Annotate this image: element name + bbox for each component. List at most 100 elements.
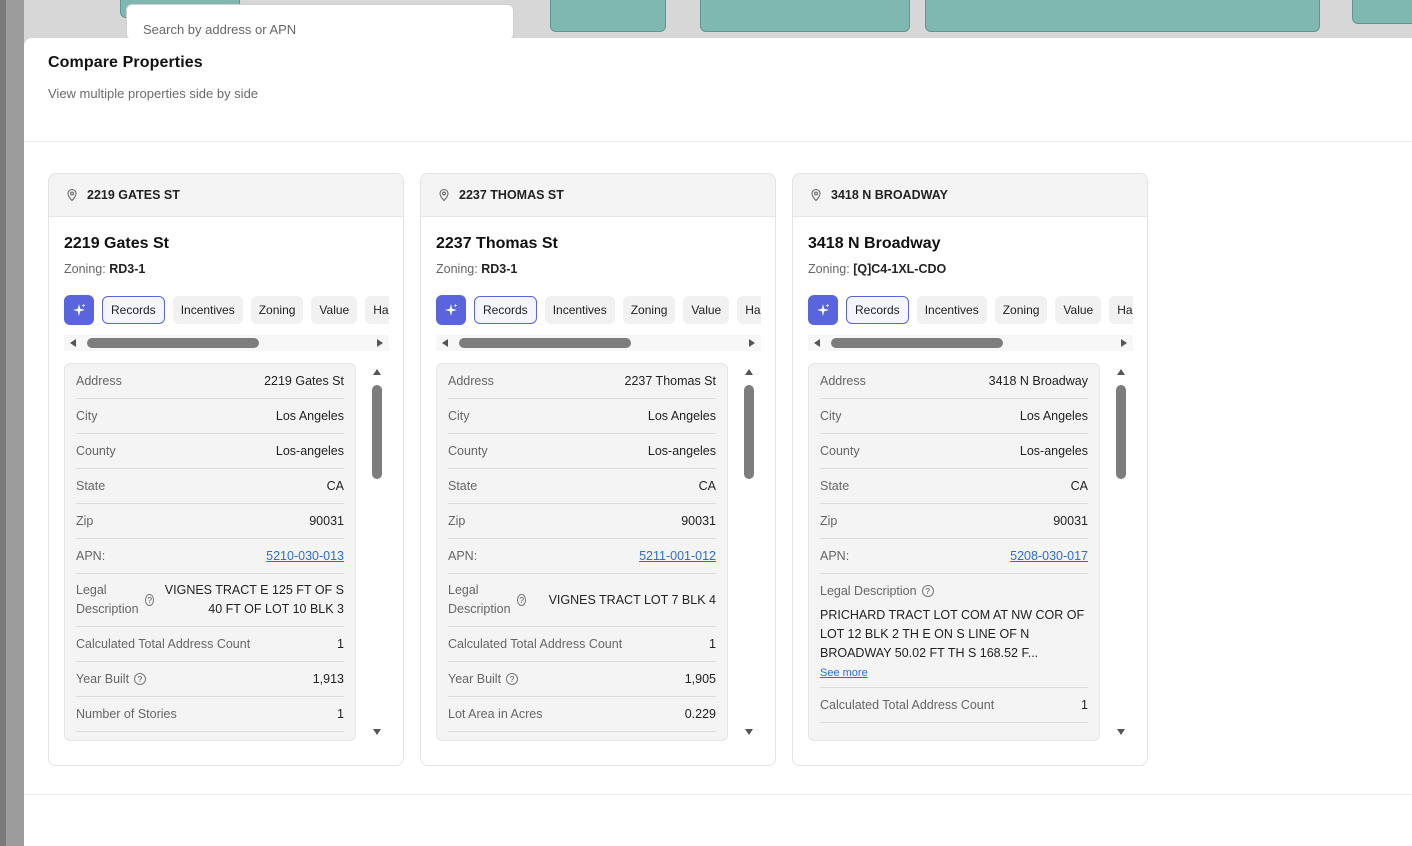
- record-row-legal-description: Legal Description? PRICHARD TRACT LOT COM…: [820, 574, 1088, 688]
- record-row-city: City Los Angeles: [820, 399, 1088, 434]
- record-label-text: Zip: [76, 514, 94, 528]
- record-label: Zip: [76, 514, 93, 528]
- horizontal-scrollbar[interactable]: [64, 335, 389, 351]
- record-row-lot-area-in-acres: Lot Area in Acres 0.229: [448, 697, 716, 732]
- scrollbar-thumb[interactable]: [744, 385, 754, 479]
- record-row-county: County Los-angeles: [76, 434, 344, 469]
- ai-assistant-button[interactable]: [64, 295, 94, 325]
- property-cards: 2219 GATES ST 2219 Gates St Zoning: RD3-…: [48, 173, 1148, 766]
- scroll-left-arrow-icon[interactable]: [442, 339, 448, 347]
- window-edge: [0, 0, 6, 846]
- help-icon[interactable]: ?: [506, 673, 519, 685]
- record-label: State: [448, 479, 477, 493]
- scrollbar-thumb[interactable]: [372, 385, 382, 479]
- record-row-year-built: Year Built? 1,913: [76, 662, 344, 697]
- ai-assistant-button[interactable]: [436, 295, 466, 325]
- scroll-up-arrow-icon[interactable]: [1117, 369, 1125, 375]
- scroll-right-arrow-icon[interactable]: [749, 339, 755, 347]
- scroll-left-arrow-icon[interactable]: [814, 339, 820, 347]
- scroll-left-arrow-icon[interactable]: [70, 339, 76, 347]
- record-value: Los Angeles: [275, 409, 344, 423]
- see-more-link[interactable]: See more: [820, 667, 868, 679]
- tab-records[interactable]: Records: [846, 296, 909, 324]
- record-label-text: City: [820, 409, 842, 423]
- record-label-text: State: [820, 479, 850, 493]
- scroll-down-arrow-icon[interactable]: [745, 729, 753, 735]
- help-icon[interactable]: ?: [517, 594, 526, 606]
- compare-modal: Compare Properties View multiple propert…: [24, 38, 1412, 846]
- record-row-calculated-total-address-count: Calculated Total Address Count 1: [448, 627, 716, 662]
- horizontal-scrollbar[interactable]: [436, 335, 761, 351]
- record-value: PRICHARD TRACT LOT COM AT NW COR OF LOT …: [820, 608, 1085, 660]
- tab-zoning[interactable]: Zoning: [250, 296, 304, 324]
- record-value: VIGNES TRACT E 125 FT OF S 40 FT OF LOT …: [164, 583, 344, 616]
- help-icon[interactable]: ?: [145, 594, 154, 606]
- record-value: 2237 Thomas St: [624, 374, 717, 388]
- tab-haza[interactable]: Haza: [1109, 296, 1133, 324]
- record-value: 1: [1081, 698, 1088, 712]
- apn-link[interactable]: 5210-030-013: [266, 549, 344, 563]
- map-parcel: [550, 0, 666, 32]
- scrollbar-thumb[interactable]: [87, 338, 259, 348]
- zoning-value: [Q]C4-1XL-CDO: [853, 262, 947, 276]
- zoning-line: Zoning: [Q]C4-1XL-CDO: [808, 262, 1132, 276]
- record-label: Address: [448, 374, 494, 388]
- zoning-label: Zoning:: [64, 262, 106, 276]
- record-label: Calculated Total Address Count: [76, 637, 250, 651]
- tab-incentives[interactable]: Incentives: [172, 296, 243, 324]
- record-label-text: APN:: [76, 549, 106, 563]
- card-header: 3418 N BROADWAY: [793, 174, 1147, 217]
- property-card: 2237 THOMAS ST 2237 Thomas St Zoning: RD…: [420, 173, 776, 766]
- record-value: CA: [698, 479, 716, 493]
- tab-haza[interactable]: Haza: [365, 296, 389, 324]
- records-panel: Address 2237 Thomas St City Los Angeles Coun…: [436, 363, 728, 741]
- tab-zoning[interactable]: Zoning: [994, 296, 1048, 324]
- ai-assistant-button[interactable]: [808, 295, 838, 325]
- tab-value[interactable]: Value: [311, 296, 358, 324]
- scroll-right-arrow-icon[interactable]: [377, 339, 383, 347]
- scroll-down-arrow-icon[interactable]: [373, 729, 381, 735]
- help-icon[interactable]: ?: [134, 673, 147, 685]
- apn-link[interactable]: 5211-001-012: [639, 549, 716, 563]
- footer-divider: [24, 794, 1412, 795]
- tab-records[interactable]: Records: [102, 296, 165, 324]
- tab-zoning[interactable]: Zoning: [622, 296, 676, 324]
- help-icon[interactable]: ?: [921, 585, 934, 597]
- tab-incentives[interactable]: Incentives: [916, 296, 987, 324]
- record-row-zip: Zip 90031: [448, 504, 716, 539]
- record-label-text: County: [448, 444, 488, 458]
- scroll-up-arrow-icon[interactable]: [745, 369, 753, 375]
- card-header-address: 2237 THOMAS ST: [459, 188, 564, 202]
- scroll-right-arrow-icon[interactable]: [1121, 339, 1127, 347]
- record-label-text: APN:: [448, 549, 478, 563]
- tab-records[interactable]: Records: [474, 296, 537, 324]
- record-value: 1,913: [312, 672, 344, 686]
- apn-link[interactable]: 5208-030-017: [1010, 549, 1088, 563]
- scrollbar-thumb[interactable]: [1116, 385, 1126, 479]
- record-label: Lot Area in Acres: [448, 707, 543, 721]
- vertical-scrollbar[interactable]: [741, 363, 757, 741]
- record-row-apn: APN: 5210-030-013: [76, 539, 344, 574]
- scroll-down-arrow-icon[interactable]: [1117, 729, 1125, 735]
- map-search-input[interactable]: Search by address or APN: [126, 4, 514, 40]
- record-value: Los-angeles: [1019, 444, 1088, 458]
- record-label: Calculated Total Address Count: [820, 698, 994, 712]
- tab-haza[interactable]: Haza: [737, 296, 761, 324]
- vertical-scrollbar[interactable]: [369, 363, 385, 741]
- vertical-scrollbar[interactable]: [1113, 363, 1129, 741]
- record-label: City: [820, 409, 842, 423]
- tab-value[interactable]: Value: [1055, 296, 1102, 324]
- record-row-zip: Zip 90031: [820, 504, 1088, 539]
- record-value: 1,905: [684, 672, 716, 686]
- horizontal-scrollbar[interactable]: [808, 335, 1133, 351]
- scrollbar-thumb[interactable]: [831, 338, 1003, 348]
- tab-value[interactable]: Value: [683, 296, 730, 324]
- record-label-text: Zip: [820, 514, 838, 528]
- records-panel: Address 3418 N Broadway City Los Angeles Cou…: [808, 363, 1100, 741]
- record-label: Zip: [820, 514, 837, 528]
- location-pin-icon: [67, 188, 77, 202]
- scroll-up-arrow-icon[interactable]: [373, 369, 381, 375]
- scrollbar-thumb[interactable]: [459, 338, 631, 348]
- tab-incentives[interactable]: Incentives: [544, 296, 615, 324]
- record-row-address: Address 2219 Gates St: [76, 364, 344, 399]
